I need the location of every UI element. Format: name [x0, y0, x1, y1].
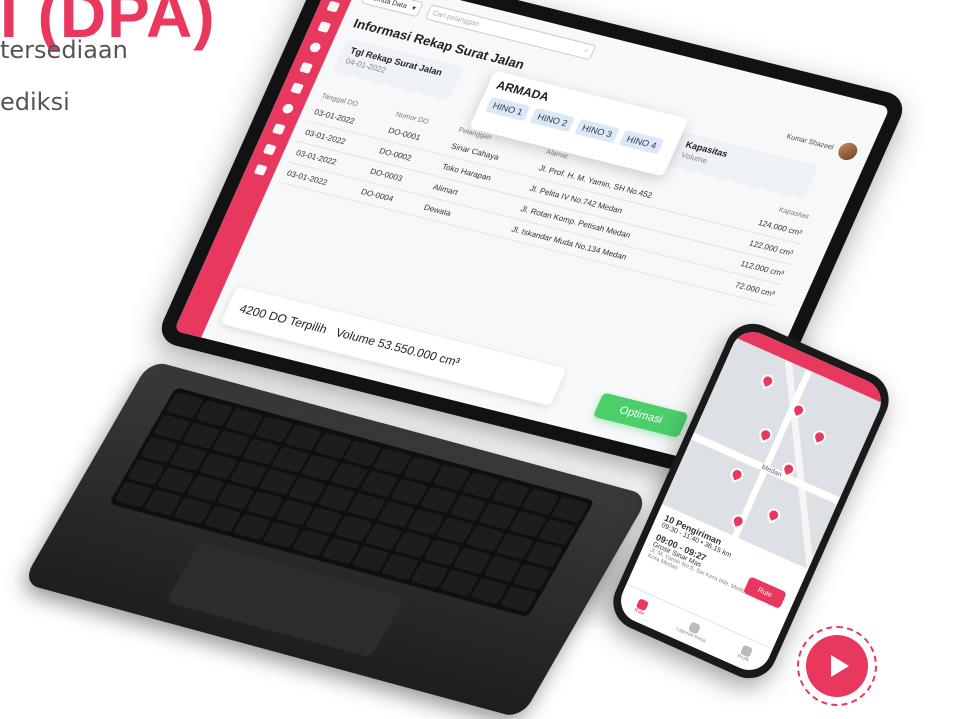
map-pin-icon[interactable]: [765, 506, 783, 524]
selected-count: 4200 DO Terpilih: [237, 301, 330, 337]
nav-laporan[interactable]: Laporan Kerja: [675, 617, 710, 644]
map-pin-icon[interactable]: [759, 372, 777, 390]
dashboard-icon[interactable]: [326, 0, 341, 13]
map-pin-icon[interactable]: [780, 460, 798, 478]
armada-chip[interactable]: HINO 3: [574, 118, 620, 144]
hero-subtitle-line1: tersediaan: [0, 36, 128, 64]
chevron-down-icon: ▾: [410, 4, 417, 13]
play-button-ring: [797, 626, 877, 706]
search-placeholder: Cari pelanggan: [431, 9, 481, 28]
file-icon[interactable]: [262, 143, 277, 156]
user-menu[interactable]: Kumar Shazeel: [783, 128, 861, 162]
map-pin-icon[interactable]: [811, 428, 828, 446]
user-name: Kumar Shazeel: [785, 132, 835, 152]
document-icon[interactable]: [290, 82, 304, 95]
report-icon[interactable]: [271, 123, 286, 135]
location-icon[interactable]: [280, 102, 295, 115]
filter-select-value: Semua Data: [367, 0, 409, 10]
filter-select[interactable]: Semua Data ▾: [360, 0, 424, 18]
map-pin-icon[interactable]: [729, 512, 747, 530]
selected-volume: Volume 53.550.000 cm³: [333, 325, 463, 370]
settings-icon[interactable]: [308, 41, 323, 54]
nav-profil[interactable]: Profil: [736, 644, 753, 663]
play-button[interactable]: [806, 635, 868, 697]
team-icon[interactable]: [299, 62, 313, 74]
selection-summary: 4200 DO Terpilih Volume 53.550.000 cm³: [220, 286, 567, 406]
truck-icon[interactable]: [253, 164, 268, 176]
users-icon[interactable]: [317, 21, 332, 33]
map-pin-icon[interactable]: [757, 426, 775, 444]
hero-subtitle-line2: ediksi: [0, 88, 70, 116]
map-city-label: Medan: [760, 463, 783, 479]
armada-chip[interactable]: HINO 4: [618, 129, 665, 155]
map-pin-icon[interactable]: [728, 466, 746, 483]
nav-rute[interactable]: Rute: [633, 598, 650, 617]
play-icon: [830, 655, 849, 677]
armada-chip[interactable]: HINO 2: [529, 107, 576, 133]
armada-chip[interactable]: HINO 1: [485, 96, 531, 122]
search-icon: ⌕: [583, 46, 590, 55]
map-pin-icon[interactable]: [790, 401, 808, 419]
optimize-button[interactable]: Optimasi: [592, 392, 689, 438]
avatar: [835, 140, 861, 162]
